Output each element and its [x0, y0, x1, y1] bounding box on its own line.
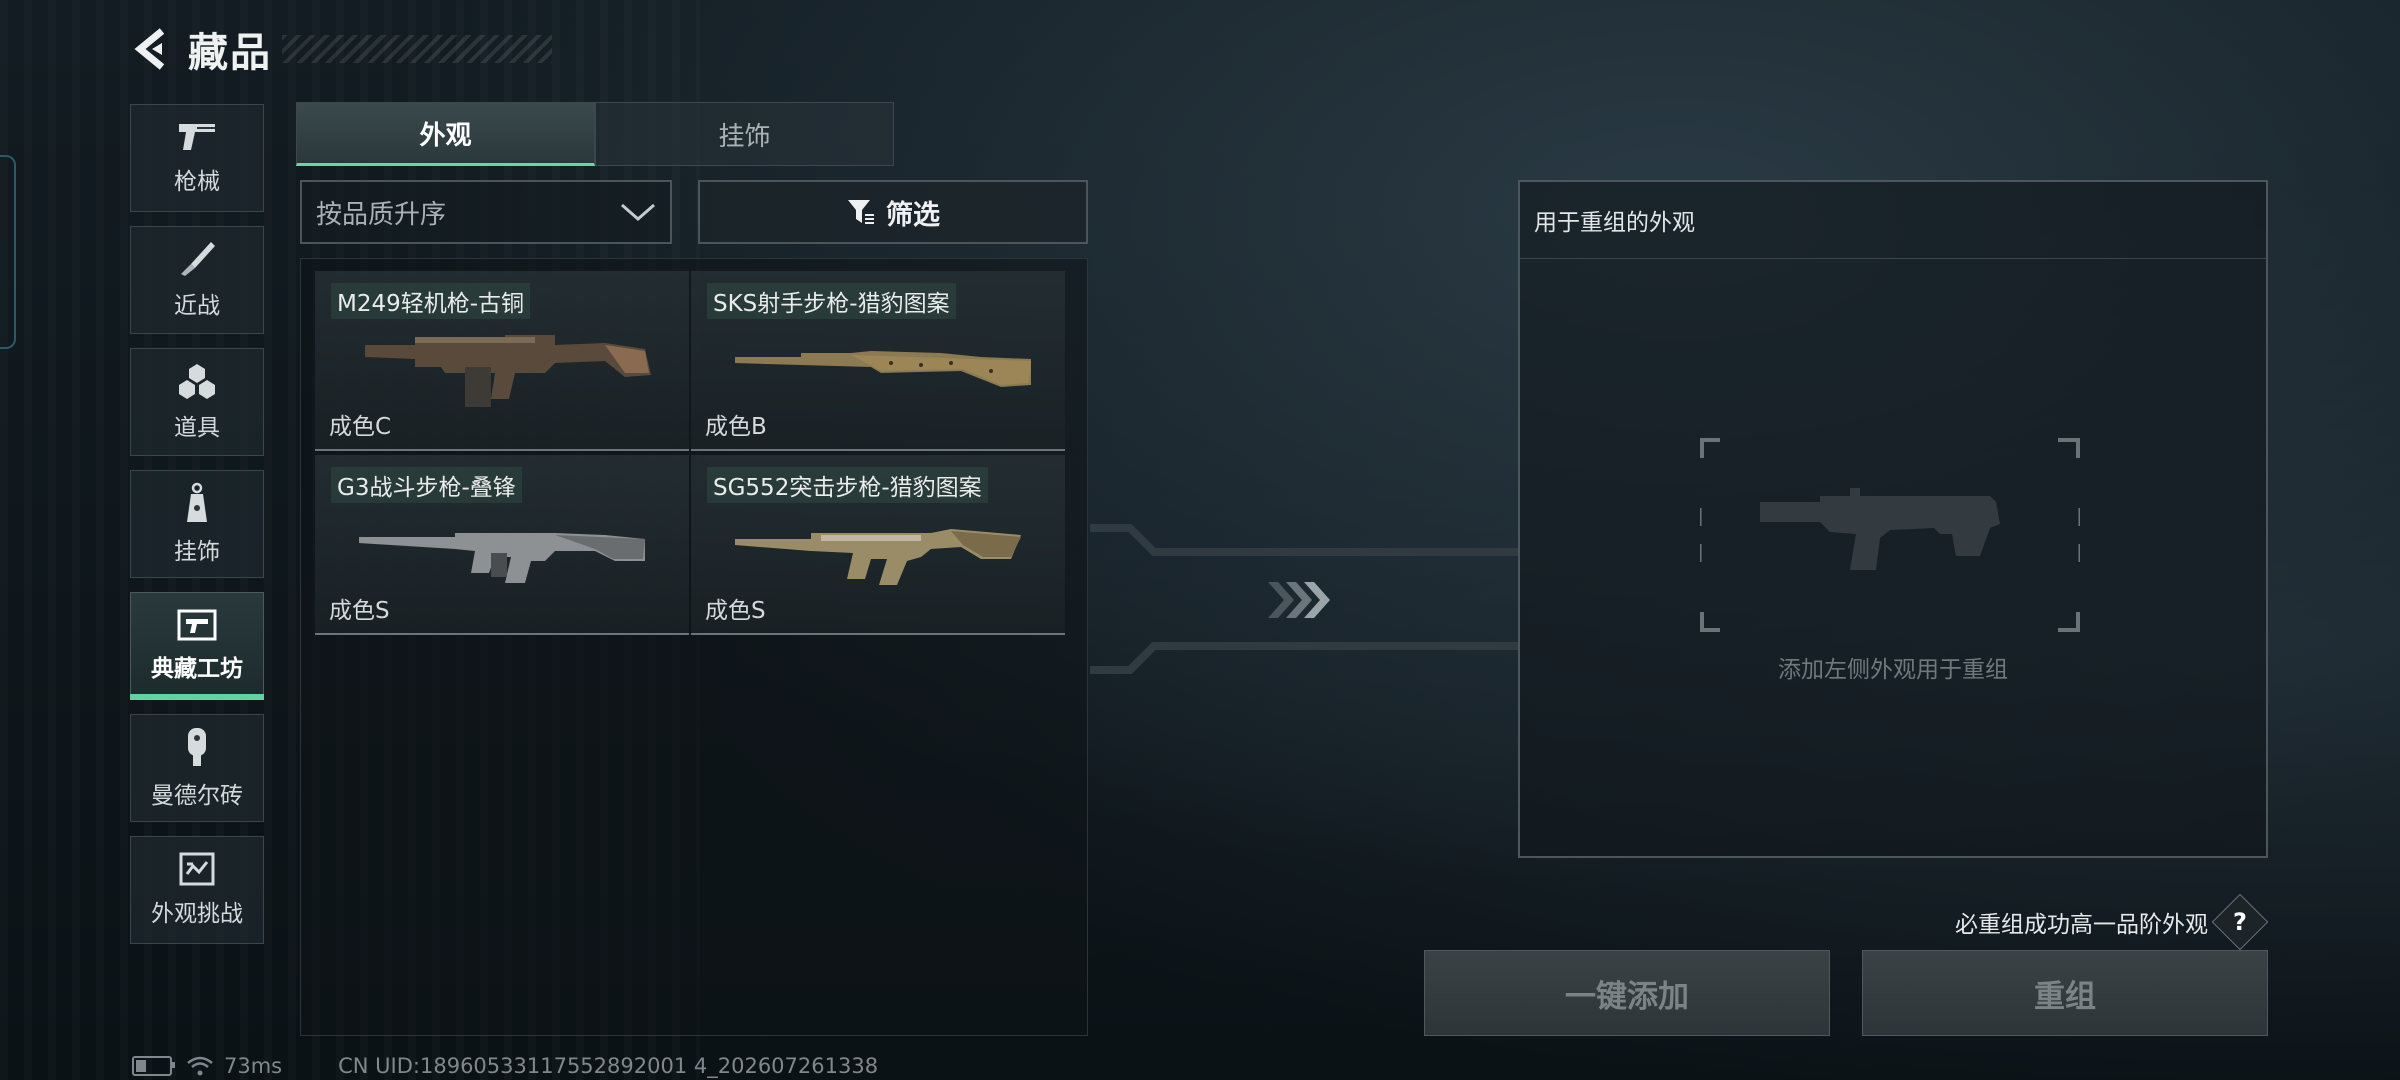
recombine-panel: 用于重组的外观 添加左侧外观用于重组: [1518, 180, 2268, 858]
recombine-note: 必重组成功高一品阶外观 ?: [1955, 893, 2269, 951]
side-pull-tab[interactable]: [0, 155, 16, 349]
help-button[interactable]: ?: [2211, 893, 2269, 951]
sidebar-item-label: 近战: [174, 293, 220, 319]
status-bar: 73ms CN UID:18960533117552892001 4_20260…: [132, 1054, 878, 1078]
help-icon: ?: [2233, 907, 2247, 936]
skin-grade: 成色S: [705, 598, 766, 624]
card-underline: [315, 633, 689, 635]
rifle-placeholder-icon: [1760, 488, 2000, 570]
sidebar-item-firearms[interactable]: 枪械: [130, 104, 264, 212]
challenge-icon: [179, 852, 215, 886]
sidebar-item-workshop[interactable]: 典藏工坊: [130, 592, 264, 700]
g3-skin-image: [359, 533, 645, 583]
card-underline: [315, 449, 689, 451]
sks-skin-image: [735, 351, 1031, 387]
sidebar-item-label: 曼德尔砖: [151, 783, 243, 809]
sidebar-item-mandel-brick[interactable]: 曼德尔砖: [130, 714, 264, 822]
recombine-slot[interactable]: [1700, 438, 2080, 632]
knife-icon: [181, 242, 215, 276]
wifi-icon: [187, 1056, 213, 1076]
filter-label: 筛选: [886, 199, 940, 231]
page-header: 藏品: [130, 24, 552, 76]
recombine-note-text: 必重组成功高一品阶外观: [1955, 912, 2208, 938]
mandel-brick-icon: [188, 728, 206, 766]
back-button[interactable]: [130, 27, 174, 71]
skin-grade: 成色B: [705, 414, 767, 440]
sidebar-item-gadgets[interactable]: 道具: [130, 348, 264, 456]
card-underline: [691, 633, 1065, 635]
add-all-button[interactable]: 一键添加: [1424, 950, 1830, 1036]
sidebar-item-label: 典藏工坊: [151, 656, 243, 682]
filter-icon: [848, 200, 874, 224]
m249-skin-image: [365, 335, 651, 407]
page-title: 藏品: [188, 30, 272, 76]
title-decoration: [282, 35, 552, 63]
skin-card[interactable]: M249轻机枪-古铜 成色C: [315, 271, 689, 451]
skin-name: SKS射手步枪-猎豹图案: [707, 283, 956, 319]
charm-icon: [187, 482, 207, 522]
sidebar-item-label: 外观挑战: [151, 901, 243, 927]
filter-button[interactable]: 筛选: [698, 180, 1088, 244]
sidebar-item-label: 枪械: [174, 169, 220, 195]
sidebar-item-label: 挂饰: [174, 539, 220, 565]
skin-card[interactable]: SG552突击步枪-猎豹图案 成色S: [691, 455, 1065, 635]
workshop-icon: [177, 609, 217, 641]
sidebar-item-challenges[interactable]: 外观挑战: [130, 836, 264, 944]
recombine-hint: 添加左侧外观用于重组: [1778, 657, 2008, 683]
sg552-skin-image: [735, 529, 1021, 585]
sort-dropdown[interactable]: 按品质升序: [300, 180, 672, 244]
grenades-icon: [179, 364, 215, 399]
chevron-right-icon: [1268, 582, 1330, 618]
battery-icon: [132, 1056, 175, 1076]
skin-grade: 成色S: [329, 598, 390, 624]
recombine-button[interactable]: 重组: [1862, 950, 2268, 1036]
tab-charms[interactable]: 挂饰: [595, 102, 894, 166]
skin-card[interactable]: G3战斗步枪-叠锋 成色S: [315, 455, 689, 635]
recombine-header: 用于重组的外观: [1520, 182, 2266, 259]
chevron-down-icon: [621, 203, 655, 221]
skin-name: SG552突击步枪-猎豹图案: [707, 467, 988, 503]
pistol-icon: [179, 124, 215, 150]
category-sidebar: 枪械 近战 道具 挂饰 典藏工坊 曼德尔砖 外观挑战: [130, 104, 266, 958]
skin-name: G3战斗步枪-叠锋: [331, 467, 522, 503]
ping-value: 73ms: [224, 1054, 283, 1078]
skin-card[interactable]: SKS射手步枪-猎豹图案 成色B: [691, 271, 1065, 451]
tab-skins[interactable]: 外观: [296, 102, 595, 166]
sidebar-item-melee[interactable]: 近战: [130, 226, 264, 334]
back-arrow-icon: [134, 28, 165, 70]
sidebar-item-label: 道具: [174, 415, 220, 441]
collection-tabs: 外观 挂饰: [296, 102, 894, 166]
user-uid: CN UID:18960533117552892001 4_2026072613…: [338, 1054, 879, 1078]
card-underline: [691, 449, 1065, 451]
flow-connector: [1090, 524, 1518, 674]
skin-grid: M249轻机枪-古铜 成色C SKS射手步枪-猎豹图案 成色B G3战斗步枪-叠…: [300, 258, 1088, 1036]
sort-value: 按品质升序: [316, 199, 447, 230]
sidebar-item-charms[interactable]: 挂饰: [130, 470, 264, 578]
skin-grade: 成色C: [329, 414, 392, 440]
skin-name: M249轻机枪-古铜: [331, 283, 531, 319]
